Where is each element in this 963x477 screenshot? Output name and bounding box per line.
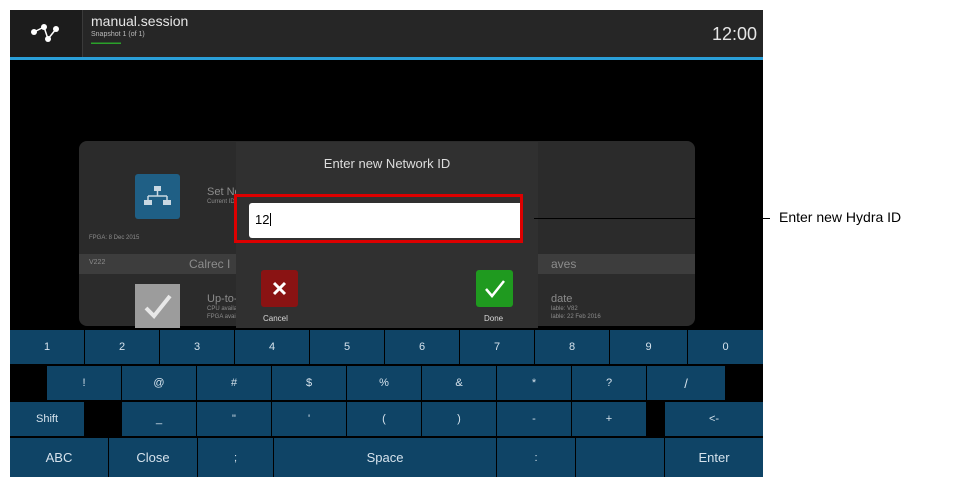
cancel-button[interactable] — [261, 270, 298, 307]
key-plus[interactable]: + — [572, 402, 646, 436]
snapshot-label: Snapshot 1 (of 1) — [91, 31, 145, 38]
key-question[interactable]: ? — [572, 366, 646, 400]
key-slash[interactable]: / — [647, 366, 725, 400]
key-close[interactable]: Close — [109, 438, 197, 477]
input-highlight-box — [234, 194, 523, 243]
network-logo-icon — [31, 24, 59, 42]
key-enter[interactable]: Enter — [665, 438, 763, 477]
key-single-quote[interactable]: ' — [272, 402, 346, 436]
done-button[interactable] — [476, 270, 513, 307]
key-double-quote[interactable]: " — [197, 402, 271, 436]
network-settings-icon — [135, 174, 180, 219]
key-5[interactable]: 5 — [310, 330, 384, 364]
cancel-label: Cancel — [263, 314, 288, 323]
device-label: Calrec I — [189, 257, 231, 271]
on-screen-keyboard: 1 2 3 4 5 6 7 8 9 0 ! @ # $ % & * ? / Sh… — [10, 328, 763, 477]
network-logo-button[interactable] — [10, 10, 83, 57]
key-4[interactable]: 4 — [235, 330, 309, 364]
key-percent[interactable]: % — [347, 366, 421, 400]
key-ampersand[interactable]: & — [422, 366, 496, 400]
update-line-2: lable: 22 Feb 2016 — [551, 314, 601, 320]
check-icon — [485, 280, 505, 298]
key-7[interactable]: 7 — [460, 330, 534, 364]
key-space[interactable]: Space — [274, 438, 496, 477]
version-label: V222 — [89, 259, 106, 266]
fpga-date: FPGA: 8 Dec 2015 — [89, 235, 140, 241]
done-label: Done — [484, 314, 504, 323]
close-icon — [272, 281, 287, 296]
up-to-date-check-icon — [135, 284, 180, 329]
key-dollar[interactable]: $ — [272, 366, 346, 400]
key-6[interactable]: 6 — [385, 330, 459, 364]
key-close-paren[interactable]: ) — [422, 402, 496, 436]
key-blank[interactable] — [576, 438, 664, 477]
clock: 12:00 — [711, 24, 757, 44]
key-2[interactable]: 2 — [85, 330, 159, 364]
current-id-label: Current ID: — [207, 199, 237, 205]
update-line-1: lable: V82 — [551, 306, 578, 312]
top-bar: manual.session Snapshot 1 (of 1) ▬▬▬▬▬▬ … — [10, 10, 763, 60]
key-minus[interactable]: - — [497, 402, 571, 436]
key-open-paren[interactable]: ( — [347, 402, 421, 436]
key-abc[interactable]: ABC — [10, 438, 108, 477]
console-screen: manual.session Snapshot 1 (of 1) ▬▬▬▬▬▬ … — [10, 10, 763, 477]
callout-line — [534, 218, 770, 219]
key-at[interactable]: @ — [122, 366, 196, 400]
callout-text: Enter new Hydra ID — [779, 209, 902, 225]
cpu-available: CPU availat — [207, 306, 239, 312]
session-name: manual.session — [91, 13, 189, 29]
key-underscore[interactable]: _ — [122, 402, 196, 436]
key-1[interactable]: 1 — [10, 330, 84, 364]
key-colon[interactable]: : — [497, 438, 575, 477]
key-exclamation[interactable]: ! — [47, 366, 121, 400]
key-9[interactable]: 9 — [610, 330, 687, 364]
key-shift[interactable]: Shift — [10, 402, 84, 436]
key-backspace[interactable]: <- — [665, 402, 763, 436]
key-semicolon[interactable]: ; — [198, 438, 273, 477]
key-3[interactable]: 3 — [160, 330, 234, 364]
key-8[interactable]: 8 — [535, 330, 609, 364]
key-asterisk[interactable]: * — [497, 366, 571, 400]
key-0[interactable]: 0 — [688, 330, 763, 364]
update-label: date — [551, 293, 573, 305]
key-hash[interactable]: # — [197, 366, 271, 400]
session-status-line: ▬▬▬▬▬▬ — [91, 40, 121, 46]
slaves-label: aves — [551, 257, 577, 271]
dialog-title: Enter new Network ID — [323, 156, 451, 171]
